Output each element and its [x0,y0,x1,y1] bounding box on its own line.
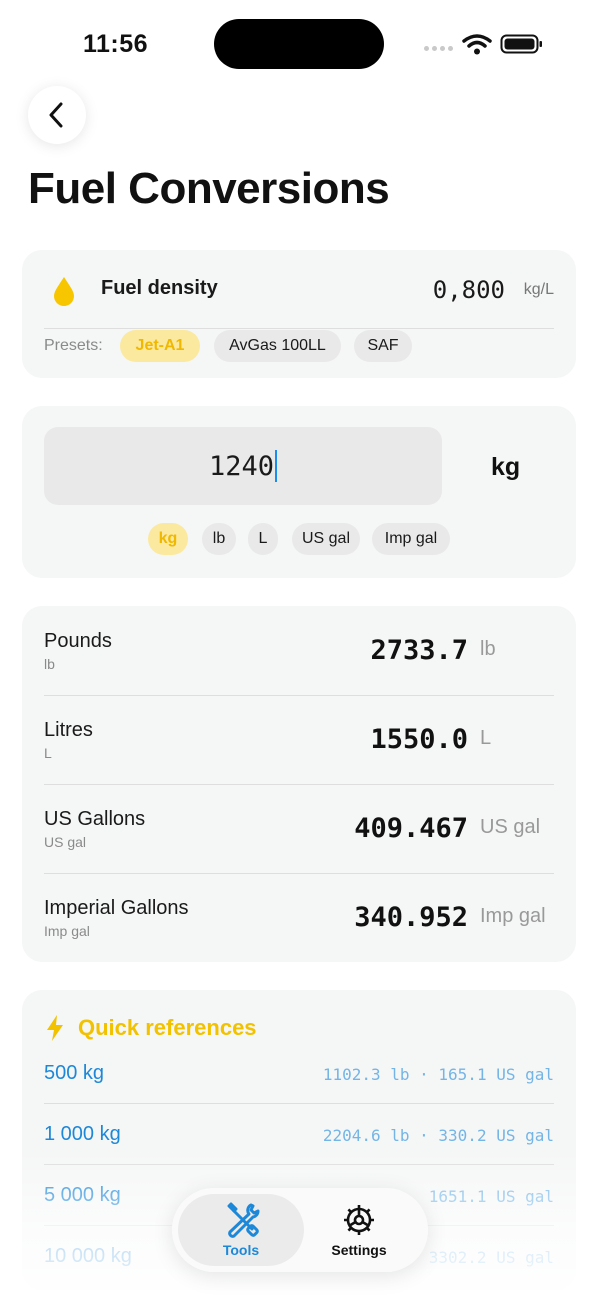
divider [44,873,554,874]
cellular-signal-icon [424,46,453,51]
gear-icon [344,1205,374,1235]
fuel-density-value[interactable]: 0,800 [433,276,505,304]
result-unit: Imp gal [480,905,546,927]
fuel-drop-icon [54,277,74,306]
unit-chip-us-gal[interactable]: US gal [292,523,360,555]
input-unit-label: kg [491,453,521,481]
quick-ref-amount: 5 000 kg [44,1184,121,1206]
unit-chip-lb[interactable]: lb [202,523,236,555]
divider [44,328,554,329]
amount-input-value: 1240 [208,450,275,482]
result-row-imperial-gallons: Imperial Gallons Imp gal 340.952 Imp gal [44,873,554,962]
tab-tools-label: Tools [222,1242,260,1258]
quick-ref-amount: 10 000 kg [44,1245,132,1267]
status-time: 11:56 [83,30,149,58]
tools-icon [227,1202,260,1238]
divider [44,784,554,785]
status-bar: 11:56 [0,0,598,88]
wifi-icon [462,34,492,55]
preset-chip-jet-a1[interactable]: Jet-A1 [120,330,200,362]
preset-chip-avgas-100ll[interactable]: AvGas 100LL [214,330,341,362]
result-unit: US gal [480,816,541,838]
result-name: Litres [44,719,93,741]
amount-input-card: 1240 kg kg lb L US gal Imp gal [22,406,576,578]
result-name: US Gallons [44,808,146,830]
dynamic-island [214,19,384,69]
result-name: Imperial Gallons [44,897,189,919]
result-value: 2733.7 [370,635,468,666]
page-title: Fuel Conversions [28,164,390,213]
presets-label: Presets: [44,337,103,354]
quick-ref-conversion: 1651.1 US gal [428,1187,554,1206]
tab-bar: Tools Settings [172,1188,428,1272]
result-row-litres: Litres L 1550.0 L [44,695,554,784]
divider [44,1103,554,1104]
quick-ref-conversion: 3302.2 US gal [428,1248,554,1267]
result-value: 409.467 [354,813,468,844]
fuel-density-label: Fuel density [101,277,218,299]
fuel-density-card: Fuel density 0,800 kg/L Presets: Jet-A1 … [22,250,576,378]
bolt-icon [47,1015,63,1041]
result-name: Pounds [44,630,112,652]
result-unit-subtitle: US gal [44,834,87,850]
text-caret [275,450,278,482]
tab-tools[interactable]: Tools [178,1194,304,1266]
divider [44,695,554,696]
chevron-left-icon [49,102,63,128]
result-unit: L [480,727,492,749]
quick-ref-conversion: 1102.3 lb · 165.1 US gal [322,1065,554,1084]
quick-ref-conversion: 2204.6 lb · 330.2 US gal [322,1126,554,1145]
back-button[interactable] [28,86,86,144]
tab-settings[interactable]: Settings [296,1194,422,1266]
quick-ref-amount: 1 000 kg [44,1123,121,1145]
result-unit: lb [480,638,496,660]
result-row-pounds: Pounds lb 2733.7 lb [44,606,554,695]
result-unit-subtitle: L [44,745,52,761]
tab-settings-label: Settings [331,1242,387,1258]
preset-chip-saf[interactable]: SAF [354,330,412,362]
amount-input[interactable]: 1240 [44,427,442,505]
result-value: 1550.0 [370,724,468,755]
fuel-density-unit: kg/L [523,281,554,298]
result-row-us-gallons: US Gallons US gal 409.467 US gal [44,784,554,873]
battery-icon [500,34,542,54]
unit-chip-l[interactable]: L [248,523,278,555]
quick-ref-row[interactable]: 500 kg 1102.3 lb · 165.1 US gal [44,1042,554,1103]
result-value: 340.952 [354,902,468,933]
divider [44,1164,554,1165]
unit-chip-imp-gal[interactable]: Imp gal [372,523,450,555]
quick-ref-row[interactable]: 1 000 kg 2204.6 lb · 330.2 US gal [44,1103,554,1164]
quick-ref-amount: 500 kg [44,1062,105,1084]
quick-references-title: Quick references [78,1015,257,1040]
results-card: Pounds lb 2733.7 lb Litres L 1550.0 L US… [22,606,576,962]
result-unit-subtitle: Imp gal [44,923,90,939]
unit-chip-kg[interactable]: kg [148,523,188,555]
result-unit-subtitle: lb [44,656,55,672]
